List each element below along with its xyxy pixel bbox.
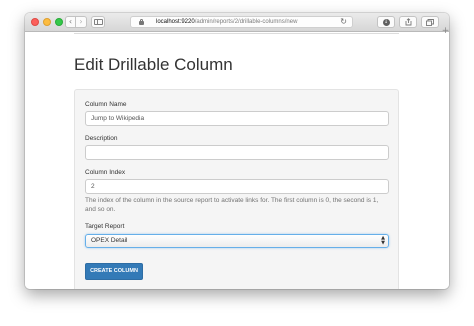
lock-icon [139,19,144,25]
share-icon [405,18,411,26]
url-host: localhost:9220 [156,19,195,25]
browser-toolbar: ‹ › localhost:9220/admin/reports/2/drill… [25,13,449,35]
column-index-help-text: The index of the column in the source re… [85,197,379,213]
header-divider [74,33,399,34]
form-panel: Column Name Jump to Wikipedia Descriptio… [74,89,399,289]
sidebar-toggle-button[interactable] [91,16,105,28]
back-button[interactable]: ‹ [65,16,76,28]
create-column-button[interactable]: CREATE COLUMN [85,263,143,280]
forward-button[interactable]: › [76,16,87,28]
chevron-right-icon: › [79,17,83,26]
reload-icon[interactable]: ↻ [340,17,347,27]
download-icon: ↓ [382,18,390,26]
download-button[interactable]: ↓ [377,16,395,28]
tabs-icon [426,18,434,26]
address-bar[interactable]: localhost:9220/admin/reports/2/drillable… [130,16,353,28]
sidebar-icon [93,19,103,25]
zoom-window-button[interactable] [55,18,63,26]
chevron-left-icon: ‹ [68,17,73,26]
description-input[interactable] [85,145,389,160]
target-report-selected: OPEX Detail [91,237,128,244]
target-report-select[interactable]: OPEX Detail ▲ ▼ [85,234,389,248]
select-arrows-icon: ▲ ▼ [381,235,385,246]
column-name-label: Column Name [85,101,127,108]
url-text[interactable]: localhost:9220/admin/reports/2/drillable… [156,18,341,28]
target-report-label: Target Report [85,223,125,230]
column-name-input[interactable]: Jump to Wikipedia [85,111,389,126]
show-tabs-button[interactable] [421,16,439,28]
page-title: Edit Drillable Column [74,55,233,74]
minimize-window-button[interactable] [43,18,51,26]
column-index-label: Column Index [85,169,126,176]
share-button[interactable] [399,16,417,28]
close-window-button[interactable] [31,18,39,26]
description-label: Description [85,135,118,142]
page-content: Edit Drillable Column Column Name Jump t… [25,33,449,289]
column-index-input[interactable]: 2 [85,179,389,194]
url-path: /admin/reports/2/drillable-columns/new [194,19,298,25]
browser-window: ‹ › localhost:9220/admin/reports/2/drill… [25,13,449,289]
